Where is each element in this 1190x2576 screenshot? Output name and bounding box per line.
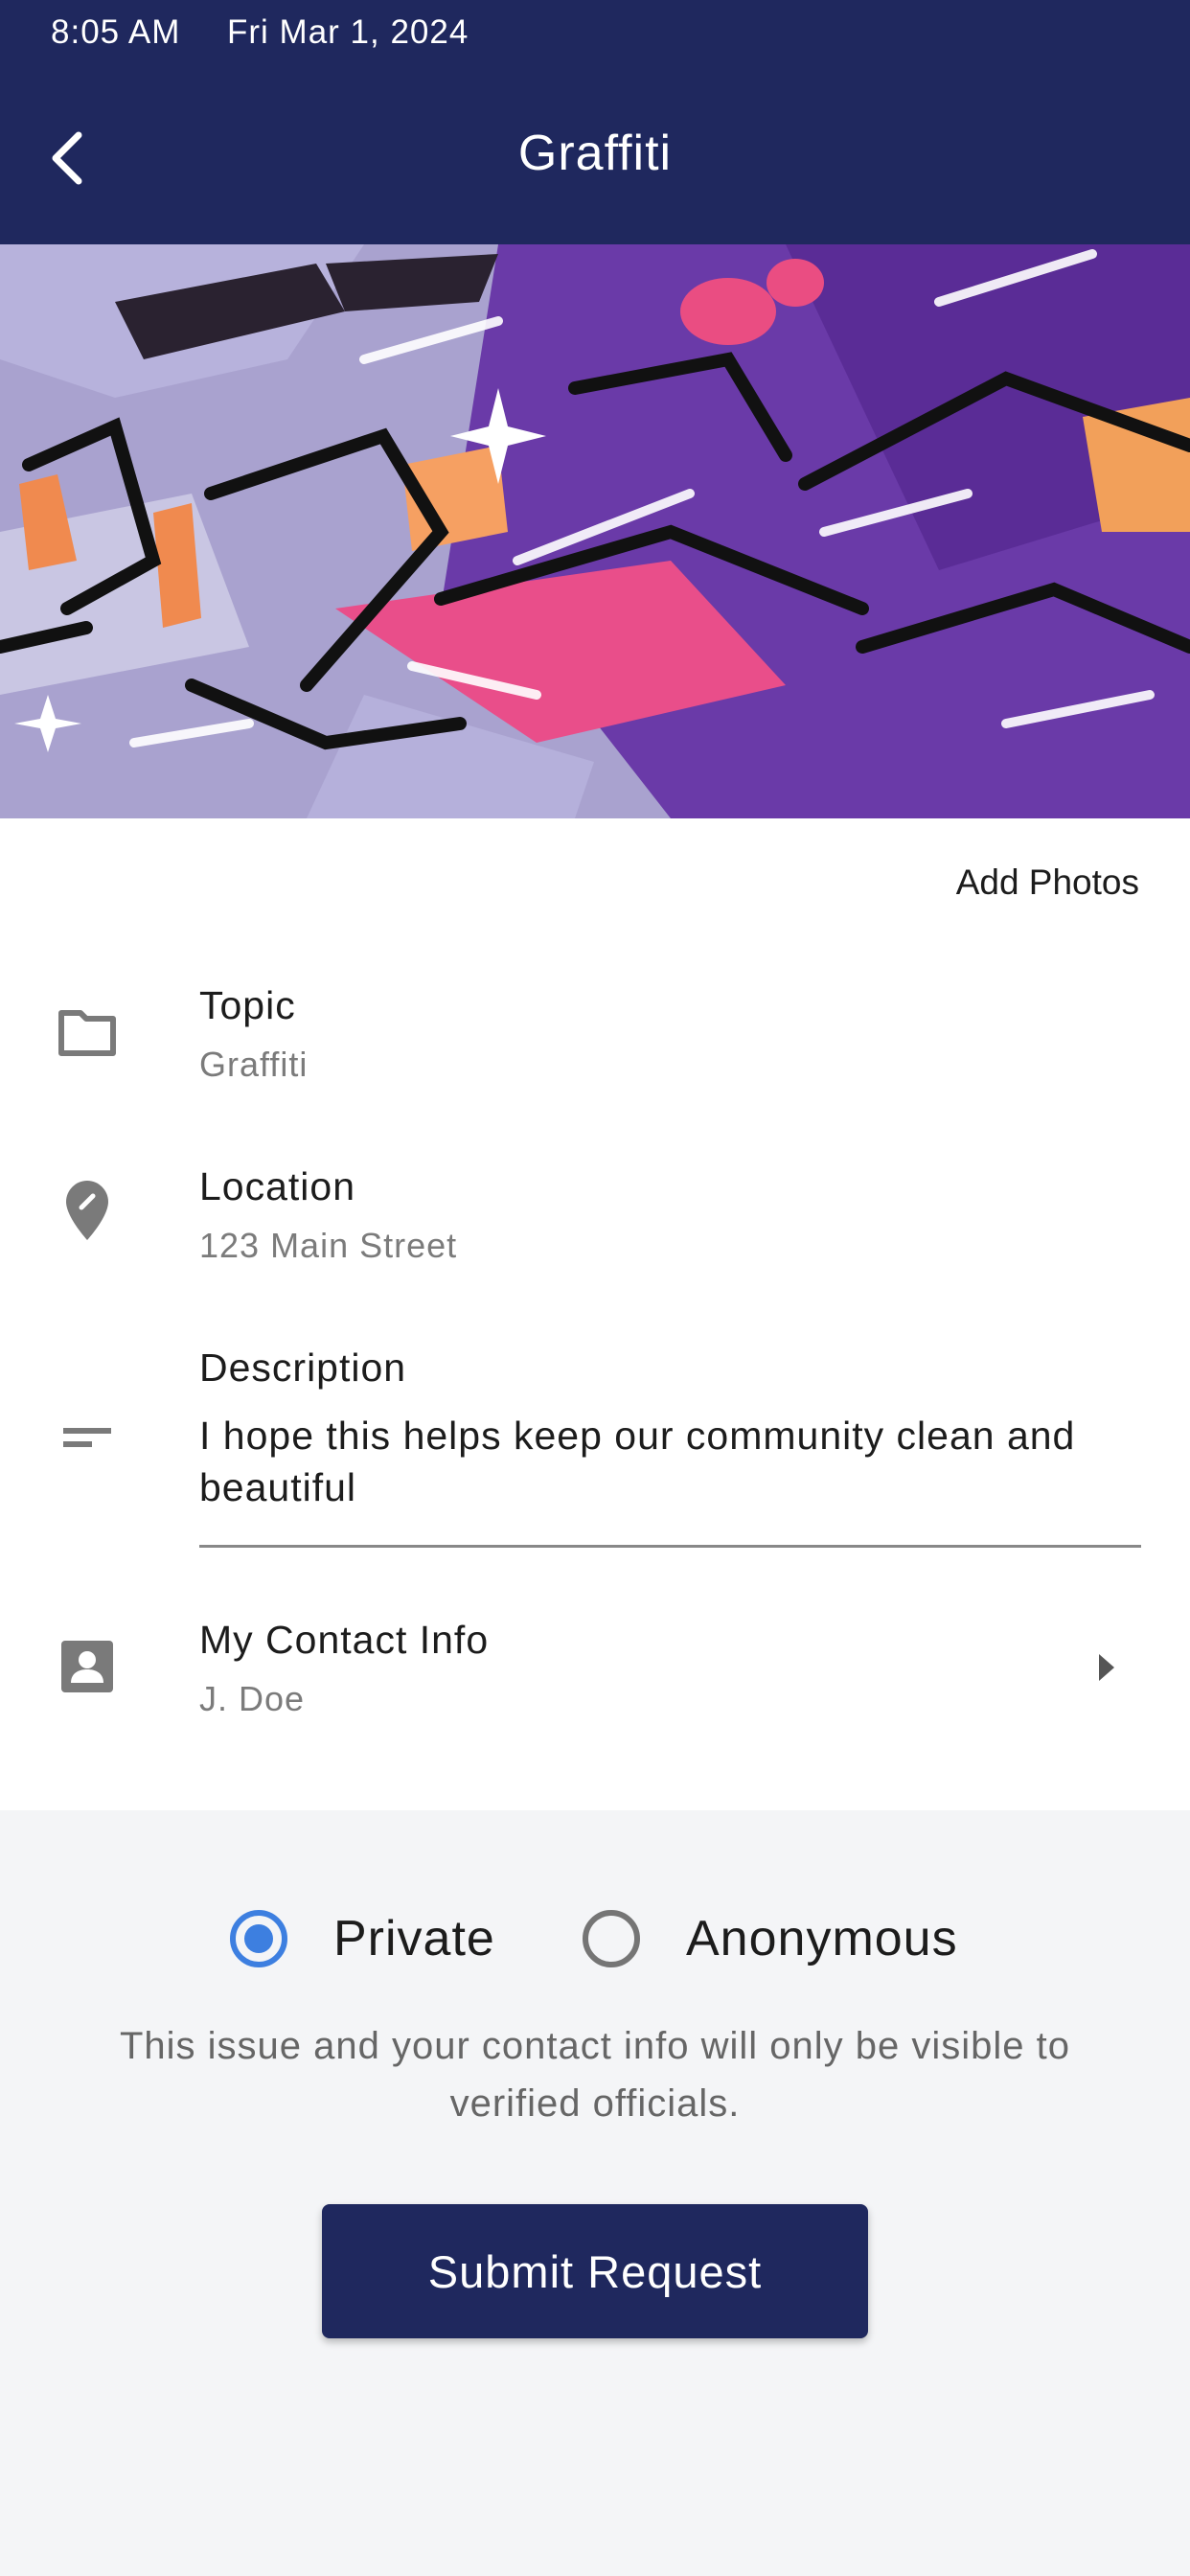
short-text-icon xyxy=(56,1407,119,1470)
contact-label: My Contact Info xyxy=(199,1618,490,1662)
radio-unselected-icon[interactable] xyxy=(583,1910,640,1967)
request-details: Add Photos Topic Graffiti Location 123 M… xyxy=(0,818,1190,1810)
location-label: Location xyxy=(199,1164,356,1208)
graffiti-photo xyxy=(0,244,1190,818)
radio-anonymous[interactable]: Anonymous xyxy=(583,1910,958,1967)
location-value[interactable]: 123 Main Street xyxy=(199,1226,457,1266)
topic-value[interactable]: Graffiti xyxy=(199,1045,308,1085)
topic-label: Topic xyxy=(199,983,296,1027)
radio-anonymous-label[interactable]: Anonymous xyxy=(686,1910,958,1967)
status-date: Fri Mar 1, 2024 xyxy=(227,13,469,51)
submit-request-button[interactable]: Submit Request xyxy=(322,2204,868,2338)
page-title: Graffiti xyxy=(517,126,673,181)
privacy-note: This issue and your contact info will on… xyxy=(119,2025,1070,2125)
description-underline xyxy=(199,1545,1141,1548)
add-photos-link[interactable]: Add Photos xyxy=(956,862,1139,903)
folder-icon xyxy=(56,1000,119,1064)
radio-selected-icon[interactable] xyxy=(230,1910,287,1967)
description-input[interactable]: I hope this helps keep our community cle… xyxy=(199,1410,1119,1513)
privacy-section: Private Anonymous This issue and your co… xyxy=(0,1810,1190,2576)
description-label: Description xyxy=(199,1346,407,1390)
radio-private-label[interactable]: Private xyxy=(333,1910,495,1967)
status-time: 8:05 AM xyxy=(51,13,181,51)
map-pin-icon xyxy=(56,1179,119,1242)
chevron-right-icon[interactable] xyxy=(1092,1648,1121,1687)
contact-card-icon xyxy=(56,1635,119,1698)
contact-value[interactable]: J. Doe xyxy=(199,1679,305,1719)
app-header: 8:05 AM Fri Mar 1, 2024 Graffiti xyxy=(0,0,1190,244)
radio-private[interactable]: Private xyxy=(230,1910,495,1967)
